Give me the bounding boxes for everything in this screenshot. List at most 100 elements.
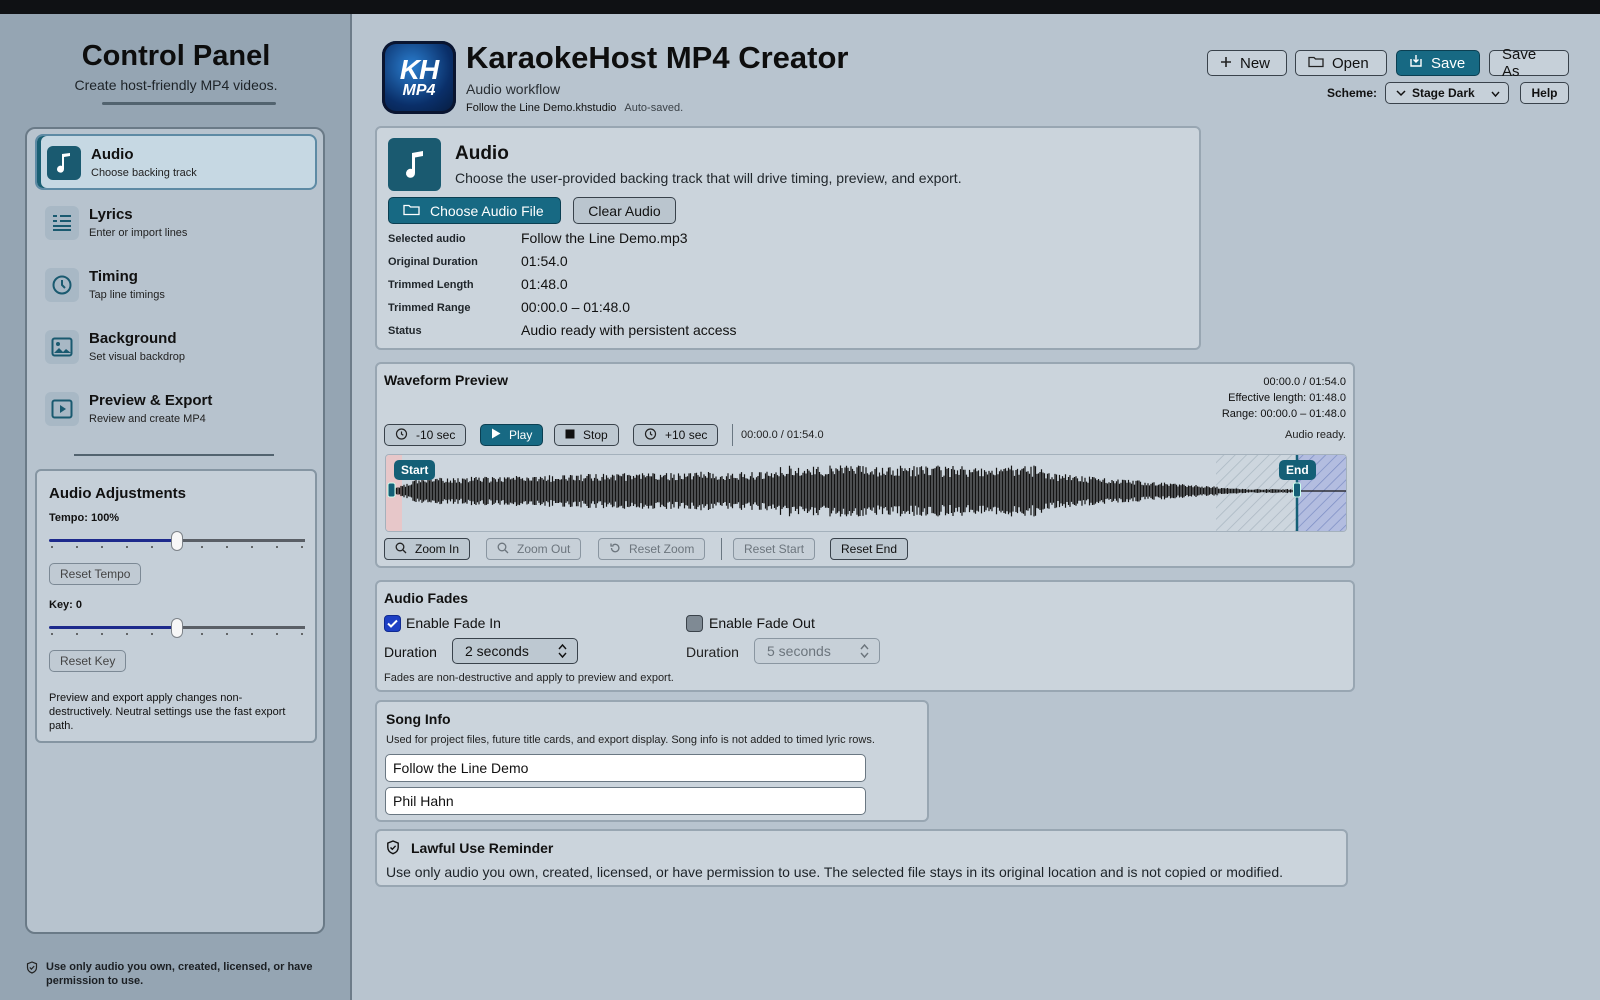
- window-top-bar: [0, 0, 1600, 14]
- open-button[interactable]: Open: [1295, 50, 1387, 76]
- sidebar-title: Control Panel: [81, 40, 271, 72]
- field-label: Original Duration: [388, 256, 478, 268]
- selected-audio-value: Follow the Line Demo.mp3: [521, 230, 688, 246]
- audio-fades-heading: Audio Fades: [384, 590, 469, 606]
- reset-zoom-button[interactable]: Reset Zoom: [598, 538, 706, 560]
- waveform-display[interactable]: Start End: [385, 454, 1347, 532]
- stop-label: Stop: [583, 428, 608, 442]
- save-button-label: Save: [1431, 54, 1466, 72]
- sidebar-item-preview-export[interactable]: Preview & Export Review and create MP4: [35, 382, 317, 438]
- sidebar-item-desc: Enter or import lines: [89, 227, 188, 239]
- field-label: Selected audio: [388, 233, 466, 245]
- field-label: Trimmed Range: [388, 302, 471, 314]
- reset-icon: [609, 542, 621, 557]
- choose-audio-file-label: Choose Audio File: [430, 202, 544, 219]
- sidebar-item-lyrics[interactable]: Lyrics Enter or import lines: [35, 196, 317, 252]
- fade-in-duration-label: Duration: [384, 644, 437, 660]
- sidebar-item-label: Preview & Export: [89, 392, 213, 409]
- new-button-label: New: [1240, 54, 1271, 72]
- song-title-input[interactable]: [385, 754, 866, 782]
- play-label: Play: [509, 428, 533, 442]
- fade-out-duration-select[interactable]: 5 seconds: [754, 638, 880, 664]
- key-label: Key: 0: [49, 599, 83, 611]
- fades-note: Fades are non-destructive and apply to p…: [384, 672, 674, 684]
- new-button[interactable]: New: [1207, 50, 1287, 76]
- field-label: Status: [388, 325, 422, 337]
- tempo-slider-handle[interactable]: [171, 531, 183, 551]
- sidebar-item-desc: Set visual backdrop: [89, 351, 185, 363]
- waveform-graphic: [386, 455, 1346, 531]
- save-button[interactable]: Save: [1396, 50, 1480, 76]
- sidebar-footer-text: Use only audio you own, created, license…: [46, 961, 313, 987]
- sidebar-subtitle: Create host-friendly MP4 videos.: [74, 77, 278, 93]
- image-icon: [45, 330, 79, 364]
- chevron-down-icon: [1396, 86, 1406, 100]
- tempo-slider[interactable]: [49, 531, 305, 551]
- reset-start-button[interactable]: Reset Start: [733, 538, 816, 560]
- audio-card: Audio Choose the user-provided backing t…: [375, 126, 1201, 350]
- choose-audio-file-button[interactable]: Choose Audio File: [388, 197, 561, 224]
- zoom-out-label: Zoom Out: [517, 542, 571, 556]
- key-slider[interactable]: [49, 618, 305, 638]
- audio-fades-card: Audio Fades Enable Fade In Enable Fade O…: [375, 580, 1355, 692]
- timer-icon: [45, 268, 79, 302]
- music-note-icon: [388, 138, 441, 191]
- checkmark-icon: [387, 619, 398, 628]
- play-button[interactable]: Play: [480, 424, 544, 446]
- sidebar-item-background[interactable]: Background Set visual backdrop: [35, 320, 317, 376]
- help-button[interactable]: Help: [1520, 82, 1569, 104]
- lyrics-list-icon: [45, 206, 79, 240]
- fade-in-duration-select[interactable]: 2 seconds: [452, 638, 578, 664]
- fade-in-checkbox[interactable]: [384, 615, 401, 632]
- sidebar-item-timing[interactable]: Timing Tap line timings: [35, 258, 317, 314]
- fade-out-duration-label: Duration: [686, 644, 739, 660]
- lawful-use-card: Lawful Use Reminder Use only audio you o…: [375, 829, 1348, 887]
- end-marker[interactable]: End: [1279, 460, 1316, 480]
- zoom-out-button[interactable]: Zoom Out: [486, 538, 582, 560]
- reset-key-button[interactable]: Reset Key: [49, 650, 127, 672]
- skip-forward-button[interactable]: +10 sec: [633, 424, 719, 446]
- play-box-icon: [45, 392, 79, 426]
- scheme-label: Scheme:: [1327, 86, 1378, 100]
- playback-position: 00:00.0 / 01:54.0: [741, 429, 824, 441]
- waveform-heading: Waveform Preview: [384, 372, 508, 388]
- song-info-card: Song Info Used for project files, future…: [375, 700, 929, 822]
- fade-out-duration-value: 5 seconds: [767, 643, 831, 659]
- zoom-in-label: Zoom In: [415, 542, 460, 556]
- sidebar-item-label: Lyrics: [89, 206, 133, 223]
- lawful-use-heading: Lawful Use Reminder: [411, 840, 554, 856]
- stop-button[interactable]: Stop: [554, 424, 619, 446]
- waveform-path: [391, 465, 1298, 517]
- zoom-out-icon: [497, 542, 509, 557]
- song-info-heading: Song Info: [386, 711, 451, 727]
- song-artist-input[interactable]: [385, 787, 866, 815]
- lawful-use-text: Use only audio you own, created, license…: [386, 864, 1284, 880]
- autosave-status: Auto-saved.: [624, 102, 684, 114]
- app-subtitle: Audio workflow: [466, 81, 561, 97]
- sidebar-item-audio[interactable]: Audio Choose backing track: [35, 134, 317, 190]
- audio-adjustments-title: Audio Adjustments: [49, 485, 186, 502]
- reset-tempo-button[interactable]: Reset Tempo: [49, 563, 142, 585]
- sidebar-panel: Audio Choose backing track Lyrics Enter …: [25, 127, 325, 934]
- waveform-effective-length: Effective length: 01:48.0: [1228, 392, 1346, 404]
- fade-in-label[interactable]: Enable Fade In: [406, 615, 501, 631]
- skip-back-button[interactable]: -10 sec: [384, 424, 467, 446]
- sidebar-item-label: Background: [89, 330, 177, 347]
- sidebar-divider: [74, 454, 274, 456]
- trimmed-range-value: 00:00.0 – 01:48.0: [521, 299, 630, 315]
- sidebar-item-label: Audio: [91, 146, 134, 163]
- zoom-in-button[interactable]: Zoom In: [384, 538, 471, 560]
- clear-audio-button[interactable]: Clear Audio: [573, 197, 676, 224]
- reset-end-button[interactable]: Reset End: [830, 538, 909, 560]
- project-filename: Follow the Line Demo.khstudio Auto-saved.: [466, 102, 683, 114]
- scheme-select[interactable]: Stage Dark: [1385, 82, 1509, 104]
- select-caret-icon: [1491, 87, 1500, 101]
- fade-out-label[interactable]: Enable Fade Out: [709, 615, 815, 631]
- start-marker[interactable]: Start: [394, 460, 436, 480]
- audio-heading: Audio: [455, 143, 509, 164]
- save-as-button[interactable]: Save As: [1489, 46, 1569, 80]
- trimmed-length-value: 01:48.0: [521, 276, 568, 292]
- key-slider-handle[interactable]: [171, 618, 183, 638]
- audio-description: Choose the user-provided backing track t…: [455, 170, 962, 186]
- fade-out-checkbox[interactable]: [686, 615, 703, 632]
